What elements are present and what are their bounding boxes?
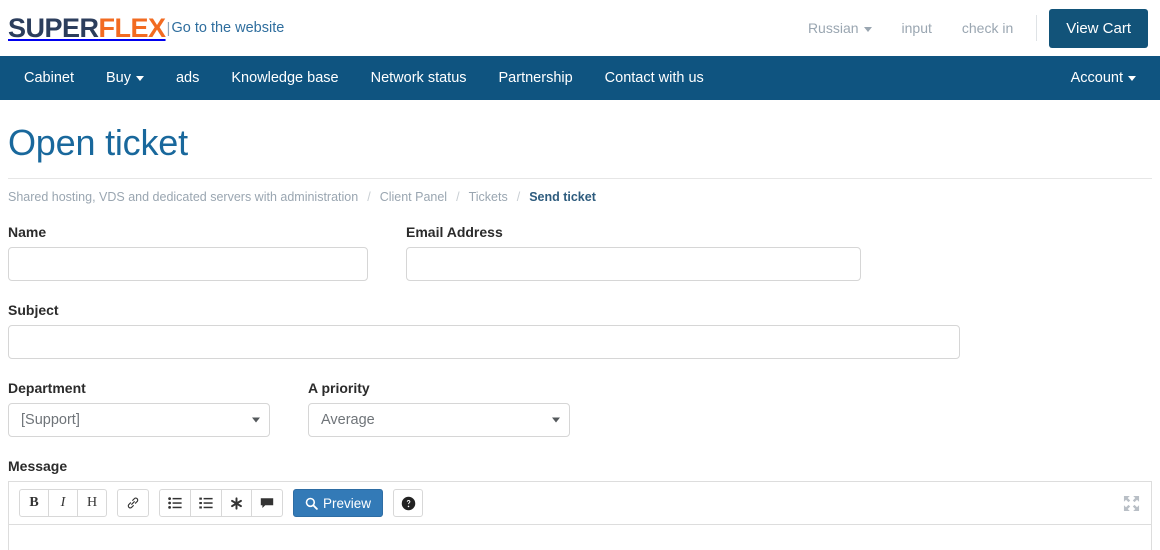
name-input[interactable] [8, 247, 368, 281]
open-ticket-form: Name Email Address Subject Department [S… [8, 224, 1152, 550]
department-select[interactable]: [Support] [8, 403, 270, 437]
breadcrumb-separator: / [367, 190, 371, 204]
breadcrumb-separator: / [516, 190, 521, 204]
name-field-group: Name [8, 224, 368, 281]
email-input[interactable] [406, 247, 861, 281]
nav-item-contact-with-us[interactable]: Contact with us [589, 56, 720, 100]
page-content: Open ticket Shared hosting, VDS and dedi… [0, 122, 1160, 550]
editor-toolbar: B I H Preview [8, 481, 1152, 525]
subject-field-group: Subject [8, 302, 960, 359]
breadcrumb: Shared hosting, VDS and dedicated server… [8, 179, 1152, 204]
top-bar: SUPER FLEX | Go to the website Russian in… [0, 0, 1160, 56]
chevron-down-icon [1128, 75, 1136, 81]
register-link[interactable]: check in [947, 0, 1028, 56]
snippet-button[interactable] [221, 489, 252, 517]
email-field-group: Email Address [406, 224, 861, 281]
nav-item-cabinet[interactable]: Cabinet [8, 56, 90, 100]
main-navigation: Cabinet Buy ads Knowledge base Network s… [0, 56, 1160, 100]
subject-label: Subject [8, 302, 59, 318]
italic-button[interactable]: I [48, 489, 78, 517]
department-label: Department [8, 380, 86, 396]
department-select-wrapper: [Support] [8, 403, 270, 437]
bold-button[interactable]: B [19, 489, 49, 517]
view-cart-button[interactable]: View Cart [1049, 8, 1148, 48]
heading-button[interactable]: H [77, 489, 107, 517]
name-label: Name [8, 224, 47, 240]
nav-right-group: Account [1055, 56, 1152, 100]
department-priority-row: Department [Support] A priority Average [8, 380, 1152, 437]
nav-item-knowledge-base[interactable]: Knowledge base [215, 56, 354, 100]
go-to-website-link[interactable]: Go to the website [171, 20, 284, 36]
asterisk-icon [230, 496, 243, 510]
markdown-editor: B I H Preview [8, 481, 1152, 550]
department-field-group: Department [Support] [8, 380, 270, 437]
subject-input[interactable] [8, 325, 960, 359]
priority-select[interactable]: Average [308, 403, 570, 437]
logo-separator: | [166, 19, 171, 37]
breadcrumb-item-home[interactable]: Shared hosting, VDS and dedicated server… [8, 190, 358, 204]
chevron-down-icon [863, 26, 872, 32]
preview-button[interactable]: Preview [293, 489, 384, 517]
search-icon [305, 497, 318, 510]
help-button[interactable] [393, 489, 424, 517]
nav-item-network-status[interactable]: Network status [355, 56, 483, 100]
ordered-list-icon [199, 497, 213, 509]
page-title: Open ticket [8, 122, 188, 163]
nav-item-account[interactable]: Account [1055, 56, 1152, 100]
quote-bubble-icon [260, 497, 274, 509]
quote-button[interactable] [251, 489, 283, 517]
link-icon [126, 496, 140, 510]
text-style-button-group: B I H [19, 489, 107, 517]
top-bar-right: Russian input check in View Cart [793, 0, 1148, 56]
language-selector[interactable]: Russian [793, 0, 887, 56]
nav-item-buy[interactable]: Buy [90, 56, 160, 100]
language-label: Russian [807, 20, 859, 36]
priority-label: A priority [308, 380, 370, 396]
message-textarea[interactable] [8, 525, 1152, 550]
message-field-group: Message B I H Preview [8, 458, 1152, 550]
name-email-row: Name Email Address [8, 224, 1152, 281]
logo-text-super: SUPER [8, 12, 99, 43]
priority-select-wrapper: Average [308, 403, 570, 437]
priority-field-group: A priority Average [308, 380, 570, 437]
link-button-group [117, 489, 149, 517]
breadcrumb-item-send-ticket: Send ticket [529, 190, 596, 204]
link-button[interactable] [117, 489, 149, 517]
list-button-group [159, 489, 283, 517]
chevron-down-icon [135, 75, 144, 81]
email-label: Email Address [406, 224, 503, 240]
nav-item-partnership[interactable]: Partnership [483, 56, 589, 100]
breadcrumb-separator: / [456, 190, 460, 204]
nav-item-ads[interactable]: ads [160, 56, 215, 100]
logo-text-flex: FLEX [98, 12, 167, 43]
breadcrumb-item-tickets[interactable]: Tickets [469, 190, 508, 204]
top-bar-divider [1036, 15, 1038, 41]
message-label: Message [8, 458, 68, 474]
nav-item-account-label: Account [1070, 70, 1123, 86]
login-link[interactable]: input [887, 0, 947, 56]
unordered-list-button[interactable] [159, 489, 191, 517]
preview-button-label: Preview [323, 495, 372, 511]
ordered-list-button[interactable] [190, 489, 222, 517]
fullscreen-button[interactable] [1121, 493, 1141, 513]
unordered-list-icon [168, 497, 182, 509]
help-circle-icon [401, 496, 416, 511]
breadcrumb-item-client-panel[interactable]: Client Panel [380, 190, 447, 204]
nav-item-buy-label: Buy [105, 70, 131, 86]
site-logo[interactable]: SUPER FLEX [8, 13, 166, 44]
